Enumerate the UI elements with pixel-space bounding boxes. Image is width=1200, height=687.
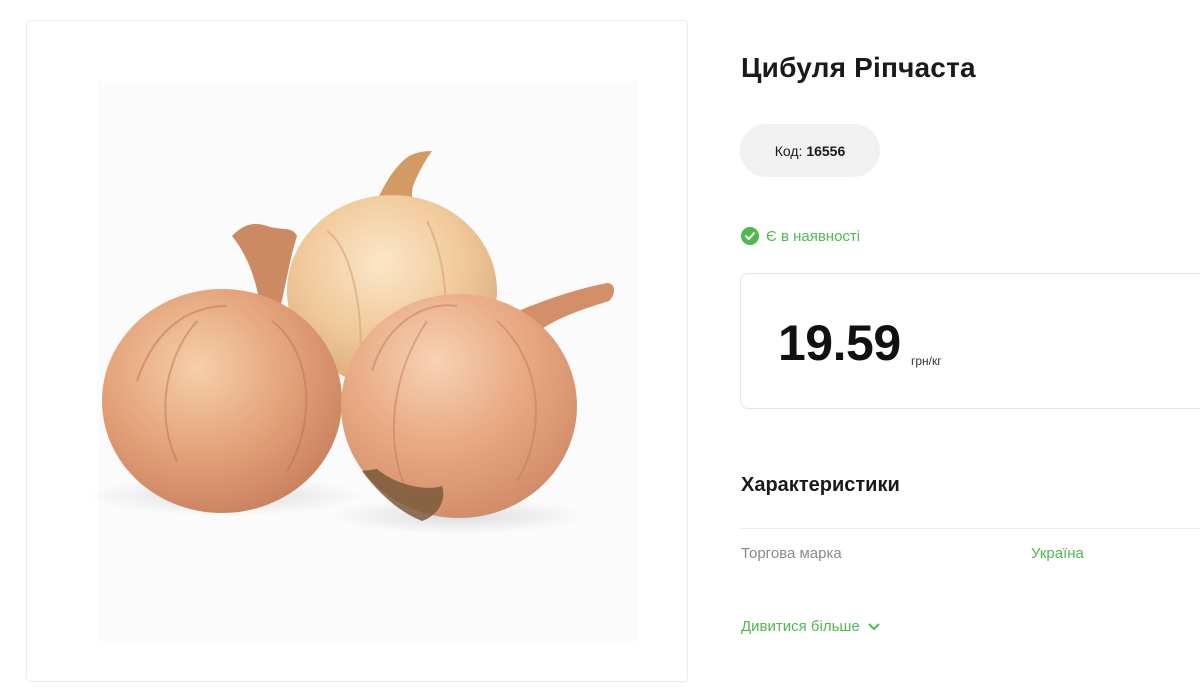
chevron-down-icon: [868, 618, 880, 635]
stock-text: Є в наявності: [766, 227, 861, 245]
price-unit: грн/кг: [911, 354, 942, 368]
price-value: 19.59: [778, 315, 901, 371]
code-value: 16556: [806, 142, 846, 159]
specs-divider: [740, 528, 1200, 529]
product-code-badge: Код: 16556: [740, 124, 880, 177]
stock-status: Є в наявності: [741, 227, 860, 245]
show-more-label: Дивитися більше: [741, 618, 860, 635]
spec-value-brand[interactable]: Україна: [1031, 545, 1084, 562]
check-circle-icon: [741, 227, 759, 245]
onions-photo: [87, 81, 637, 641]
specs-heading: Характеристики: [741, 474, 900, 496]
product-title: Цибуля Ріпчаста: [741, 52, 976, 83]
spec-label-brand: Торгова марка: [741, 545, 842, 562]
show-more-button[interactable]: Дивитися більше: [741, 618, 880, 635]
price-box: 19.59 грн/кг: [740, 273, 1200, 409]
product-image[interactable]: [26, 20, 688, 682]
code-label: Код:: [774, 142, 803, 159]
